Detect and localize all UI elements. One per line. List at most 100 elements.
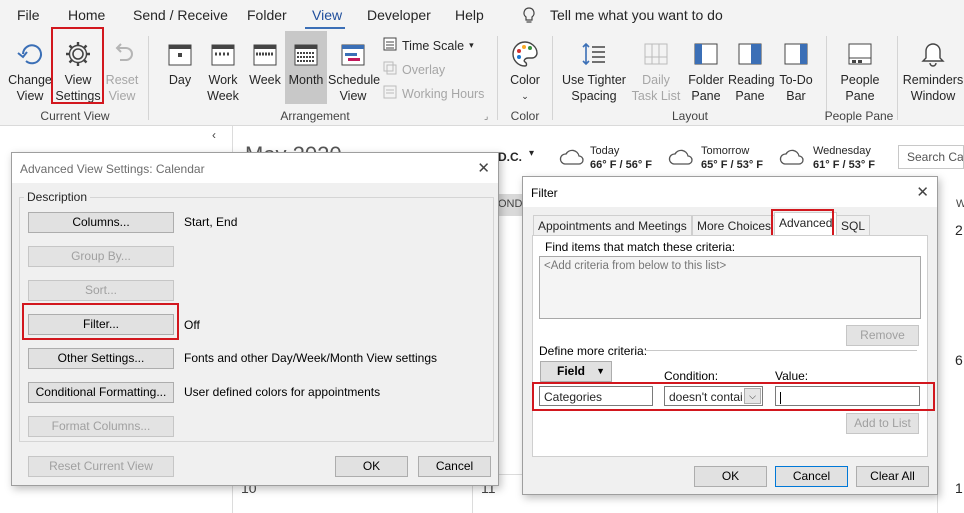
folder-pane-area (0, 500, 233, 513)
group-separator (552, 36, 553, 120)
cancel-button[interactable]: Cancel (775, 466, 848, 487)
day-column-header: W (956, 198, 964, 210)
month-label: Month (288, 73, 324, 87)
chevron-down-icon: ▼ (596, 366, 605, 376)
menu-help[interactable]: Help (455, 7, 484, 23)
menu-home[interactable]: Home (68, 7, 105, 23)
field-button-label: Field (557, 364, 586, 378)
folder-pane-button[interactable]: Folder Pane (686, 36, 726, 104)
weather-temps: 66° F / 56° F (590, 159, 652, 171)
reminders-window-label: Reminders Window (902, 73, 964, 103)
close-icon[interactable]: ✕ (477, 159, 490, 177)
ok-button[interactable]: OK (335, 456, 408, 477)
schedule-view-button[interactable]: Schedule View (328, 36, 381, 104)
active-tab-indicator (305, 27, 345, 29)
menu-developer[interactable]: Developer (367, 7, 431, 23)
people-pane-button[interactable]: People Pane (836, 36, 884, 104)
tab-sql[interactable]: SQL (836, 215, 871, 235)
change-view-icon (8, 36, 52, 72)
divider (645, 350, 917, 351)
weather-day: Today (590, 145, 620, 157)
sort-button[interactable]: Sort... (28, 280, 174, 301)
folder-pane-icon (686, 36, 726, 72)
arrangement-group-label: Arrangement (280, 109, 350, 123)
work-week-label: Work Week (207, 73, 239, 103)
reading-pane-label: Reading Pane (728, 73, 775, 103)
overlay-icon (383, 61, 397, 78)
work-week-button[interactable]: Work Week (203, 36, 243, 104)
reset-view-label: Reset View (105, 73, 139, 103)
format-columns-button[interactable]: Format Columns... (28, 416, 174, 437)
menu-folder[interactable]: Folder (247, 7, 287, 23)
criteria-list[interactable]: <Add criteria from below to this list> (539, 256, 921, 319)
reset-current-view-button[interactable]: Reset Current View (28, 456, 174, 477)
tell-me-search[interactable]: Tell me what you want to do (550, 7, 723, 23)
day-label: Day (168, 73, 192, 87)
reading-pane-button[interactable]: Reading Pane (728, 36, 775, 104)
reading-pane-icon (728, 36, 772, 72)
close-icon[interactable]: ✕ (916, 183, 929, 201)
use-tighter-spacing-button[interactable]: Use Tighter Spacing (562, 36, 626, 104)
working-hours-icon (383, 85, 397, 102)
columns-button[interactable]: Columns... (28, 212, 174, 233)
dialog-launcher-icon[interactable]: ⌟ (484, 111, 488, 122)
columns-value: Start, End (184, 215, 238, 229)
use-tighter-spacing-label: Use Tighter Spacing (562, 73, 626, 103)
time-scale-button[interactable]: Time Scale ▾ (383, 37, 474, 54)
todo-bar-label: To-Do Bar (779, 73, 813, 103)
calendar-work-week-icon (203, 36, 243, 72)
color-button[interactable]: Color ⌄ (505, 36, 545, 104)
month-view-button[interactable]: Month (285, 31, 327, 104)
group-separator (897, 36, 898, 120)
menu-view[interactable]: View (312, 7, 342, 23)
other-settings-button[interactable]: Other Settings... (28, 348, 174, 369)
layout-group-label: Layout (671, 109, 709, 123)
change-view-button[interactable]: Change View (8, 36, 52, 104)
color-group-label: Color (510, 109, 540, 123)
field-button[interactable]: Field ▼ (540, 361, 612, 382)
reset-view-button[interactable]: Reset View (102, 36, 142, 104)
day-view-button[interactable]: Day (160, 36, 200, 88)
weather-location[interactable]: D.C. (498, 150, 522, 164)
schedule-view-label: Schedule View (328, 73, 381, 103)
group-separator (148, 36, 149, 120)
people-pane-label: People Pane (840, 73, 880, 103)
palette-icon (505, 36, 545, 72)
conditional-formatting-button[interactable]: Conditional Formatting... (28, 382, 174, 403)
week-view-button[interactable]: Week (245, 36, 285, 88)
criteria-row-highlight (532, 382, 935, 411)
chevron-down-icon: ▾ (469, 40, 474, 50)
collapse-pane-icon[interactable]: ‹ (212, 128, 216, 142)
daily-task-list-label: Daily Task List (631, 73, 681, 103)
chevron-down-icon[interactable]: ▾ (529, 148, 534, 159)
search-calendar-input[interactable]: Search Cale (898, 145, 964, 169)
add-to-list-button[interactable]: Add to List (846, 413, 919, 434)
color-label: Color (510, 73, 540, 87)
daily-task-list-button[interactable]: Daily Task List (628, 36, 684, 104)
remove-button[interactable]: Remove (846, 325, 919, 346)
menu-file[interactable]: File (17, 7, 40, 23)
change-view-label: Change View (8, 73, 52, 103)
weather-tomorrow: Tomorrow 65° F / 53° F (701, 144, 763, 172)
menu-send-receive[interactable]: Send / Receive (133, 7, 228, 23)
ribbon (0, 30, 964, 126)
filter-button-highlight (22, 303, 179, 340)
tab-appointments-meetings[interactable]: Appointments and Meetings (533, 215, 692, 235)
time-scale-label: Time Scale (402, 38, 465, 53)
working-hours-label: Working Hours (402, 86, 485, 101)
dialog-title: Advanced View Settings: Calendar (12, 153, 498, 183)
todo-bar-button[interactable]: To-Do Bar (776, 36, 816, 104)
lightbulb-icon (522, 7, 536, 27)
tab-more-choices[interactable]: More Choices (692, 215, 777, 235)
clear-all-button[interactable]: Clear All (856, 466, 929, 487)
reminders-window-button[interactable]: Reminders Window (902, 36, 964, 104)
overlay-button[interactable]: Overlay (383, 61, 445, 78)
weather-today: Today 66° F / 56° F (590, 144, 652, 172)
ok-button[interactable]: OK (694, 466, 767, 487)
cancel-button[interactable]: Cancel (418, 456, 491, 477)
group-by-button[interactable]: Group By... (28, 246, 174, 267)
view-settings-highlight (51, 27, 104, 104)
working-hours-button[interactable]: Working Hours (383, 85, 484, 102)
description-label: Description (24, 190, 91, 204)
calendar-week-icon (245, 36, 285, 72)
